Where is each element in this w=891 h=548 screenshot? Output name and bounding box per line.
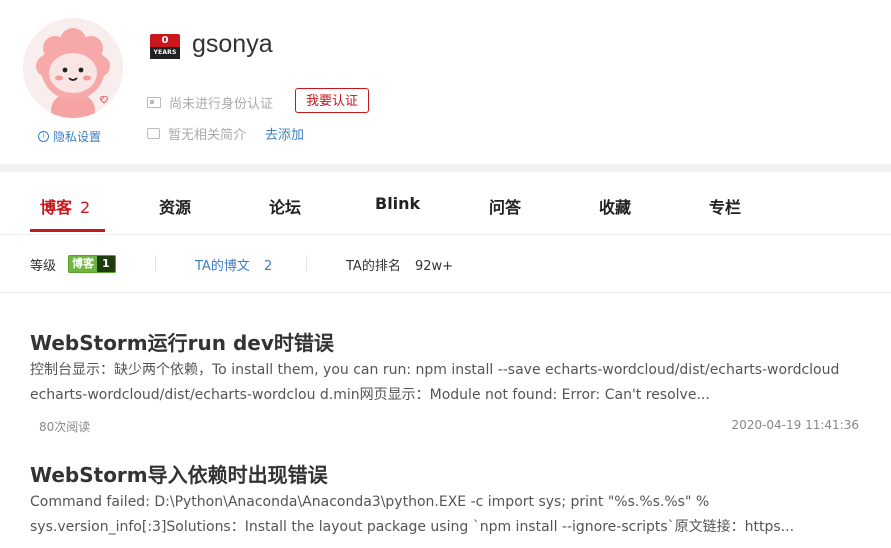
posts-link[interactable]: TA的博文 2 xyxy=(195,255,272,274)
level-badge-text: 博客 xyxy=(69,256,97,272)
active-tab-indicator xyxy=(30,229,105,232)
tab-forum[interactable]: 论坛 xyxy=(269,194,301,218)
bio-status: 暂无相关简介 xyxy=(147,124,246,143)
years-badge: 0 YEARS xyxy=(150,34,180,60)
avatar-image xyxy=(23,18,123,118)
article-summary-line: echarts-wordcloud/dist/echarts-wordclou … xyxy=(30,387,710,403)
tab-favorites[interactable]: 收藏 xyxy=(599,194,631,218)
years-badge-label: YEARS xyxy=(150,47,180,59)
stats-divider xyxy=(306,255,307,271)
rank-label: TA的排名 xyxy=(346,259,401,274)
username: gsonya xyxy=(192,30,273,58)
add-bio-link[interactable]: 去添加 xyxy=(265,124,304,143)
identity-status: 尚未进行身份认证 xyxy=(147,93,273,112)
article-title[interactable]: WebStorm运行run dev时错误 xyxy=(30,327,334,356)
level-badge-number: 1 xyxy=(97,256,115,272)
posts-label: TA的博文 xyxy=(195,259,250,274)
article-read-count: 80次阅读 xyxy=(39,420,91,434)
comment-icon xyxy=(147,128,160,139)
section-divider xyxy=(0,164,891,172)
posts-count: 2 xyxy=(263,259,273,274)
tab-blog[interactable]: 博客 2 xyxy=(40,194,90,218)
tab-columns[interactable]: 专栏 xyxy=(709,194,741,218)
tab-blog-label: 博客 xyxy=(40,198,73,217)
info-icon: i xyxy=(38,131,49,142)
rank-info: TA的排名 92w+ xyxy=(346,255,453,274)
avatar[interactable] xyxy=(23,18,123,118)
stats-row: 等级 博客 1 TA的博文 2 TA的排名 92w+ xyxy=(0,234,891,293)
verify-button[interactable]: 我要认证 xyxy=(295,88,369,113)
article-summary[interactable]: Command failed: D:\Python\Anaconda\Anaco… xyxy=(30,490,865,540)
article-summary-line: sys.version_info[:3]Solutions：Install th… xyxy=(30,519,795,535)
rank-value: 92w+ xyxy=(414,259,454,274)
article-summary-line: Command failed: D:\Python\Anaconda\Anaco… xyxy=(30,494,710,510)
privacy-settings-link[interactable]: i 隐私设置 xyxy=(38,128,101,145)
level-badge[interactable]: 博客 1 xyxy=(68,255,116,273)
tab-qa[interactable]: 问答 xyxy=(489,194,521,218)
tab-blink[interactable]: Blink xyxy=(375,194,420,213)
years-badge-number: 0 xyxy=(150,34,180,47)
bio-status-text: 暂无相关简介 xyxy=(168,128,247,143)
privacy-settings-label: 隐私设置 xyxy=(53,130,102,144)
article-summary[interactable]: 控制台显示：缺少两个依赖，To install them, you can ru… xyxy=(30,358,865,408)
stats-divider xyxy=(155,255,156,271)
tab-blog-count: 2 xyxy=(80,198,91,217)
profile-tabs: 博客 2 资源 论坛 Blink 问答 收藏 专栏 xyxy=(0,172,891,235)
article-date: 2020-04-19 11:41:36 xyxy=(731,418,859,432)
article-title[interactable]: WebStorm导入依赖时出现错误 xyxy=(30,459,328,488)
level-label: 等级 xyxy=(30,259,57,274)
tab-resources[interactable]: 资源 xyxy=(159,194,191,218)
identity-status-text: 尚未进行身份认证 xyxy=(169,97,274,112)
article-summary-line: 控制台显示：缺少两个依赖，To install them, you can ru… xyxy=(30,362,840,378)
id-card-icon xyxy=(147,97,161,108)
